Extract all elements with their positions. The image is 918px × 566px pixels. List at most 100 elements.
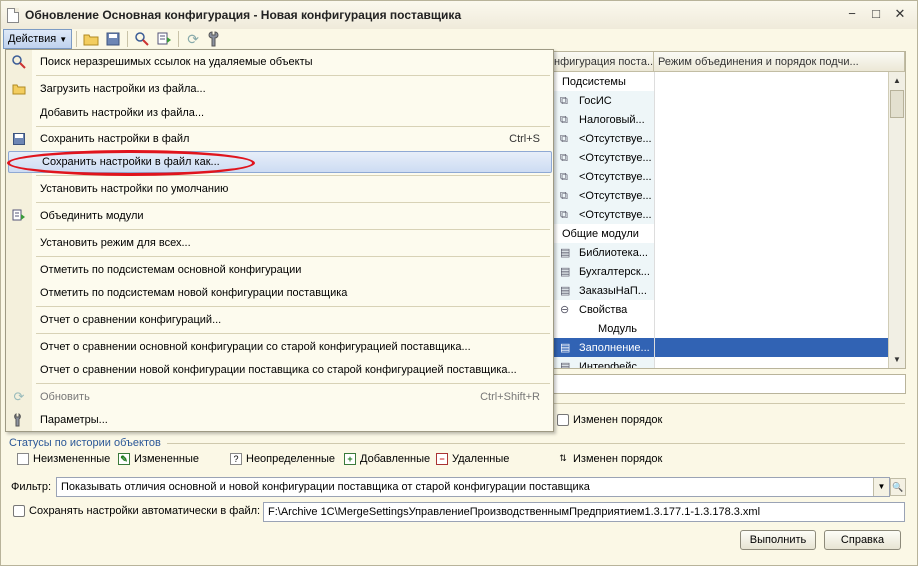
menu-separator: [36, 202, 550, 203]
menu-item-label: Установить настройки по умолчанию: [40, 183, 229, 195]
merge-modules-icon: [7, 205, 31, 227]
toolbar-separator: [76, 31, 78, 47]
menu-item-spacer: [7, 259, 31, 281]
scrollbar-thumb[interactable]: [890, 90, 904, 118]
autosave-checkbox[interactable]: [13, 505, 25, 517]
objects-tree-grid[interactable]: нфигурация поста... Режим объединения и …: [549, 51, 906, 369]
column-header-merge-mode[interactable]: Режим объединения и порядок подчи...: [654, 52, 905, 72]
menu-item-set-mode-for-all[interactable]: Установить режим для всех...: [7, 232, 553, 254]
menu-item-mark-vendor-subsystems[interactable]: Отметить по подсистемам новой конфигурац…: [7, 282, 553, 304]
order-changed-checkbox[interactable]: [557, 414, 569, 426]
table-row[interactable]: Подсистемы: [550, 72, 905, 91]
table-row[interactable]: ⧉ <Отсутствуе...: [550, 205, 905, 224]
table-row[interactable]: Модуль: [550, 319, 905, 338]
tree-cell: ▤ ЗаказыНаП...: [550, 281, 654, 300]
menu-item-add-settings[interactable]: Добавить настройки из файла...: [7, 102, 553, 124]
actions-menu-button[interactable]: Действия ▼: [3, 29, 73, 49]
details-field[interactable]: [549, 374, 906, 394]
folder-open-icon: [7, 78, 31, 100]
tree-cell-label: <Отсутствуе...: [579, 189, 652, 202]
tree-cell-label: Модуль: [598, 322, 637, 335]
subsystem-icon: ⧉: [560, 170, 568, 183]
table-row[interactable]: ▤ Библиотека...: [550, 243, 905, 262]
help-button[interactable]: Справка: [824, 530, 901, 550]
undefined-icon: ?: [230, 453, 242, 465]
tree-cell-label: <Отсутствуе...: [579, 151, 652, 164]
menu-item-compare-report[interactable]: Отчет о сравнении конфигураций...: [7, 309, 553, 331]
merge-mode-cell: [654, 243, 905, 262]
divider: [167, 443, 905, 444]
menu-item-compare-main-old[interactable]: Отчет о сравнении основной конфигурации …: [7, 336, 553, 358]
folder-open-icon[interactable]: [81, 29, 101, 49]
legend-label: Неопределенные: [246, 453, 336, 465]
menu-item-merge-modules[interactable]: Объединить модули: [7, 205, 553, 227]
legend-label: Добавленные: [360, 453, 431, 465]
filter-search-icon[interactable]: 🔍: [890, 478, 906, 496]
filter-select[interactable]: Показывать отличия основной и новой конф…: [56, 477, 890, 497]
merge-mode-cell: [654, 224, 905, 243]
menu-item-load-settings[interactable]: Загрузить настройки из файла...: [7, 78, 553, 100]
menu-separator: [36, 126, 550, 127]
scroll-up-icon[interactable]: ▲: [889, 72, 905, 89]
scroll-down-icon[interactable]: ▼: [889, 351, 905, 368]
menu-item-label: Отметить по подсистемам основной конфигу…: [40, 264, 302, 276]
subsystem-icon: ⧉: [560, 113, 568, 126]
menu-item-spacer: [7, 178, 31, 200]
merge-mode-cell: [654, 300, 905, 319]
search-links-icon[interactable]: [132, 29, 152, 49]
merge-mode-cell: [654, 148, 905, 167]
table-row[interactable]: ▤ Интерфейс...: [550, 357, 905, 368]
save-icon[interactable]: [103, 29, 123, 49]
table-row[interactable]: Общие модули: [550, 224, 905, 243]
maximize-button[interactable]: □: [869, 7, 883, 21]
menu-item-find-unresolved-links[interactable]: Поиск неразрешимых ссылок на удаляемые о…: [7, 51, 553, 73]
unchanged-icon: [17, 453, 29, 465]
column-header-config[interactable]: нфигурация поста...: [550, 52, 654, 72]
menu-item-shortcut: Ctrl+S: [509, 133, 540, 145]
merge-modules-icon[interactable]: [154, 29, 174, 49]
refresh-icon: ⟳: [13, 389, 25, 404]
filter-dropdown-icon[interactable]: ▼: [873, 478, 889, 496]
menu-item-save-settings-as[interactable]: Сохранить настройки в файл как...: [8, 151, 552, 173]
menu-separator: [36, 383, 550, 384]
autosave-label: Сохранять настройки автоматически в файл…: [29, 505, 261, 517]
execute-button[interactable]: Выполнить: [740, 530, 816, 550]
actions-dropdown-menu: Поиск неразрешимых ссылок на удаляемые о…: [5, 49, 554, 432]
settings-icon[interactable]: [205, 29, 225, 49]
settings-icon: [7, 409, 31, 431]
tree-cell: ▤ Бухгалтерск...: [550, 262, 654, 281]
refresh-icon[interactable]: ⟳: [183, 29, 203, 49]
merge-mode-cell: [654, 357, 905, 368]
legend-label: Изменен порядок: [573, 453, 663, 465]
table-row[interactable]: ⧉ <Отсутствуе...: [550, 129, 905, 148]
table-row[interactable]: ▤ Бухгалтерск...: [550, 262, 905, 281]
table-row[interactable]: ⧉ <Отсутствуе...: [550, 167, 905, 186]
table-row[interactable]: ⧉ <Отсутствуе...: [550, 186, 905, 205]
legend-item-unchanged: Неизмененные: [17, 453, 110, 465]
table-row[interactable]: ▤ ЗаказыНаП...: [550, 281, 905, 300]
table-row[interactable]: ⧉ <Отсутствуе...: [550, 148, 905, 167]
module-icon: ▤: [560, 341, 571, 354]
vertical-scrollbar[interactable]: ▲ ▼: [888, 72, 905, 368]
menu-item-compare-new-old[interactable]: Отчет о сравнении новой конфигурации пос…: [7, 359, 553, 381]
module-icon: ▤: [560, 284, 571, 297]
tree-cell-label: Налоговый...: [579, 113, 645, 126]
autosave-path-field[interactable]: F:\Archive 1C\MergeSettingsУправлениеПро…: [263, 502, 905, 522]
autosave-row: Сохранять настройки автоматически в файл…: [13, 505, 260, 517]
merge-mode-cell: [654, 167, 905, 186]
menu-item-label: Установить режим для всех...: [40, 237, 191, 249]
close-button[interactable]: ✕: [893, 7, 907, 21]
menu-item-label: Обновить: [40, 391, 90, 403]
menu-item-parameters[interactable]: Параметры...: [7, 409, 553, 431]
menu-item-spacer: [7, 232, 31, 254]
table-row[interactable]: ▤ Заполнение...: [550, 338, 905, 357]
menu-item-default-settings[interactable]: Установить настройки по умолчанию: [7, 178, 553, 200]
search-links-icon: [7, 51, 31, 73]
menu-item-refresh: ⟳ Обновить Ctrl+Shift+R: [7, 386, 553, 408]
table-row[interactable]: ⧉ Налоговый...: [550, 110, 905, 129]
minimize-button[interactable]: −: [845, 7, 859, 21]
menu-item-save-settings[interactable]: Сохранить настройки в файл Ctrl+S: [7, 128, 553, 150]
table-row[interactable]: ⊖ Свойства: [550, 300, 905, 319]
menu-item-mark-main-subsystems[interactable]: Отметить по подсистемам основной конфигу…: [7, 259, 553, 281]
table-row[interactable]: ⧉ ГосИС: [550, 91, 905, 110]
